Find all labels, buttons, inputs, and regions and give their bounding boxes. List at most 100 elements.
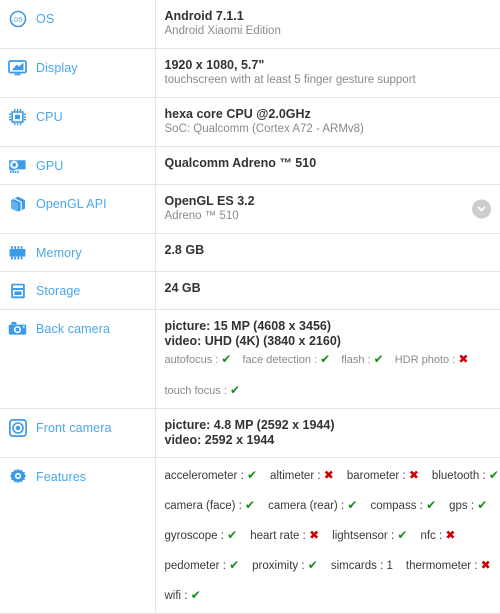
feature-item: nfc : ✖	[420, 528, 456, 542]
spec-label-text: OpenGL API	[36, 196, 107, 211]
spec-row-cpu: CPU hexa core CPU @2.0GHz SoC: Qualcomm …	[0, 97, 500, 147]
feature-item: heart rate : ✖	[250, 528, 320, 542]
spec-row-display: Display 1920 x 1080, 5.7" touchscreen wi…	[0, 48, 500, 98]
spec-label-cell-front-camera: Front camera	[0, 408, 156, 458]
front-camera-icon	[8, 418, 27, 437]
feature-name: bluetooth	[431, 470, 480, 482]
monitor-icon	[8, 58, 27, 77]
spec-row-back-camera: Back camera picture: 15 MP (4608 x 3456)…	[0, 309, 500, 409]
feature-item: face detection : ✔	[242, 352, 331, 366]
feature-item: altimeter : ✖	[270, 468, 334, 482]
gpu-card-icon	[8, 156, 27, 175]
spec-value-primary: OpenGL ES 3.2	[164, 194, 255, 208]
spec-label-text: Back camera	[36, 321, 111, 336]
feature-separator: :	[215, 354, 219, 366]
features-line-2: camera (face) : ✔ camera (rear) : ✔ compas…	[165, 497, 491, 514]
feature-item: wifi : ✔	[165, 588, 201, 602]
feature-separator: :	[390, 530, 395, 542]
feature-no-mark: ✖	[309, 528, 320, 542]
feature-no-mark: ✖	[458, 352, 469, 366]
feature-item: HDR photo : ✖	[394, 352, 469, 366]
feature-separator: :	[474, 560, 478, 572]
features-line-1: accelerometer : ✔ altimeter : ✖ barometer …	[165, 467, 499, 484]
feature-separator: :	[220, 530, 224, 542]
spec-label-opengl-api: OpenGL API	[8, 194, 155, 213]
feature-separator: :	[301, 560, 305, 572]
feature-separator: :	[317, 470, 321, 482]
spec-value-cell-os: Android 7.1.1 Android Xiaomi Edition	[155, 0, 500, 49]
feature-value: 1	[386, 560, 393, 572]
spec-value-cell-front-camera: picture: 4.8 MP (2592 x 1944) video: 259…	[155, 409, 500, 458]
spec-label-cell-storage: Storage	[0, 271, 156, 310]
feature-item: pedometer : ✔	[165, 558, 240, 572]
spec-row-storage: Storage 24 GB	[0, 271, 500, 310]
spec-label-text: Display	[36, 60, 78, 75]
feature-separator: :	[452, 354, 456, 366]
feature-name: heart rate	[250, 530, 300, 542]
feature-yes-mark: ✔	[397, 528, 408, 542]
feature-item: bluetooth : ✔	[431, 468, 499, 482]
front-camera-picture: picture: 4.8 MP (2592 x 1944)	[164, 418, 335, 432]
feature-yes-mark: ✔	[477, 498, 488, 512]
spec-label-text: OS	[36, 11, 55, 26]
spec-label-cell-opengl-api: OpenGL API	[0, 184, 156, 234]
spec-value-cell-storage: 24 GB	[155, 272, 500, 310]
feature-item: simcards : 1	[331, 560, 393, 572]
feature-yes-mark: ✔	[221, 352, 232, 366]
feature-name: lightsensor	[332, 530, 388, 542]
feature-item: barometer : ✖	[346, 468, 419, 482]
spec-value-secondary: SoC: Qualcomm (Cortex A72 - ARMv8)	[164, 123, 364, 135]
chip-icon	[8, 107, 27, 126]
feature-separator: :	[223, 385, 227, 397]
back-camera-features-line-1: autofocus : ✔ face detection : ✔ flash : ✔…	[165, 351, 491, 368]
expand-opengl-button[interactable]	[472, 199, 491, 219]
spec-row-opengl-api: OpenGL API OpenGL ES 3.2 Adreno ™ 510	[0, 184, 500, 234]
feature-name: camera (rear)	[268, 500, 338, 512]
os-icon: OS	[8, 9, 27, 28]
spec-label-cell-features: Features	[0, 457, 156, 614]
feature-item: camera (face) : ✔	[165, 498, 256, 512]
feature-name: barometer	[346, 470, 400, 482]
spec-label-display: Display	[8, 58, 155, 77]
back-camera-features-line-2: touch focus : ✔	[165, 382, 491, 399]
spec-label-os: OS OS	[8, 9, 155, 28]
feature-item: touch focus : ✔	[164, 383, 241, 397]
feature-separator: :	[340, 500, 345, 512]
feature-separator: :	[238, 500, 242, 512]
feature-name: proximity	[252, 560, 299, 572]
spec-label-cell-os: OS OS	[0, 0, 156, 49]
feature-name: HDR photo	[394, 354, 450, 366]
feature-separator: :	[470, 500, 475, 512]
feature-yes-mark: ✔	[373, 352, 384, 366]
memory-icon	[8, 243, 27, 262]
feature-yes-mark: ✔	[320, 352, 331, 366]
spec-row-features: Features accelerometer : ✔ altimeter : ✖ b…	[0, 457, 500, 614]
spec-value-cell-gpu: Qualcomm Adreno ™ 510	[155, 147, 500, 185]
spec-row-gpu: GPU Qualcomm Adreno ™ 510	[0, 146, 500, 185]
feature-item: gps : ✔	[449, 498, 488, 512]
spec-row-front-camera: Front camera picture: 4.8 MP (2592 x 194…	[0, 408, 500, 458]
feature-separator: :	[222, 560, 226, 572]
cube-icon	[8, 194, 27, 213]
spec-label-memory: Memory	[8, 243, 155, 262]
spec-value-primary: hexa core CPU @2.0GHz	[164, 107, 311, 121]
spec-value-cell-cpu: hexa core CPU @2.0GHz SoC: Qualcomm (Cor…	[155, 98, 500, 147]
feature-yes-mark: ✔	[227, 528, 238, 542]
feature-separator: :	[367, 354, 371, 366]
spec-value-primary: 1920 x 1080, 5.7"	[164, 58, 265, 72]
feature-name: simcards	[330, 560, 377, 572]
feature-yes-mark: ✔	[229, 558, 240, 572]
spec-value-cell-back-camera: picture: 15 MP (4608 x 3456) video: UHD …	[155, 310, 500, 409]
feature-yes-mark: ✔	[347, 498, 358, 512]
spec-label-cell-memory: Memory	[0, 233, 156, 272]
feature-no-mark: ✖	[480, 558, 491, 572]
spec-row-os: OS OS Android 7.1.1 Android Xiaomi Editi…	[0, 0, 500, 49]
feature-item: gyroscope : ✔	[165, 528, 238, 542]
spec-label-cell-cpu: CPU	[0, 97, 156, 147]
feature-yes-mark: ✔	[245, 498, 256, 512]
spec-label-gpu: GPU	[8, 156, 155, 175]
feature-name: touch focus	[164, 385, 221, 397]
feature-no-mark: ✖	[445, 528, 456, 542]
feature-item: accelerometer : ✔	[165, 468, 258, 482]
